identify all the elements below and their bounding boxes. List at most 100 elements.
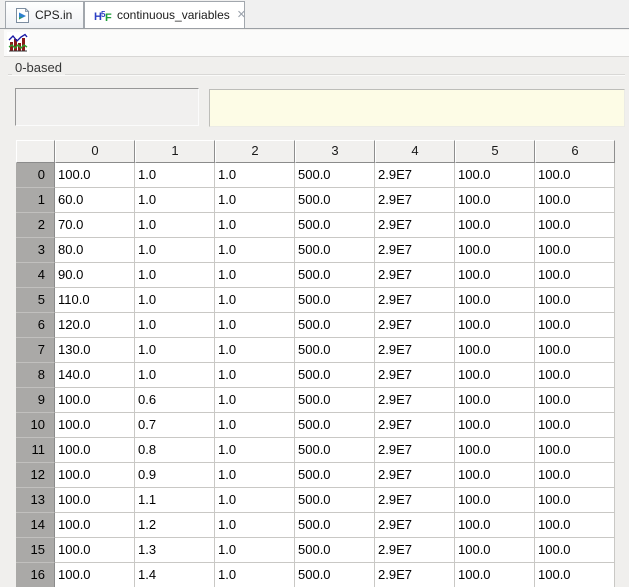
table-cell-3-6[interactable]: 100.0 (535, 238, 615, 263)
corner-cell[interactable] (16, 140, 55, 163)
row-header-16[interactable]: 16 (16, 563, 55, 587)
table-cell-12-4[interactable]: 2.9E7 (375, 463, 455, 488)
table-cell-0-4[interactable]: 2.9E7 (375, 163, 455, 188)
table-cell-2-3[interactable]: 500.0 (295, 213, 375, 238)
table-cell-7-2[interactable]: 1.0 (215, 338, 295, 363)
table-cell-6-0[interactable]: 120.0 (55, 313, 135, 338)
table-cell-15-4[interactable]: 2.9E7 (375, 538, 455, 563)
table-cell-8-4[interactable]: 2.9E7 (375, 363, 455, 388)
table-cell-3-1[interactable]: 1.0 (135, 238, 215, 263)
table-cell-3-2[interactable]: 1.0 (215, 238, 295, 263)
table-cell-13-0[interactable]: 100.0 (55, 488, 135, 513)
table-cell-8-2[interactable]: 1.0 (215, 363, 295, 388)
table-cell-15-5[interactable]: 100.0 (455, 538, 535, 563)
column-header-0[interactable]: 0 (55, 140, 135, 163)
row-header-8[interactable]: 8 (16, 363, 55, 388)
table-cell-12-3[interactable]: 500.0 (295, 463, 375, 488)
table-cell-10-1[interactable]: 0.7 (135, 413, 215, 438)
column-header-1[interactable]: 1 (135, 140, 215, 163)
table-cell-9-5[interactable]: 100.0 (455, 388, 535, 413)
table-cell-13-4[interactable]: 2.9E7 (375, 488, 455, 513)
table-cell-5-3[interactable]: 500.0 (295, 288, 375, 313)
table-cell-5-0[interactable]: 110.0 (55, 288, 135, 313)
table-cell-0-6[interactable]: 100.0 (535, 163, 615, 188)
table-cell-0-3[interactable]: 500.0 (295, 163, 375, 188)
table-cell-14-6[interactable]: 100.0 (535, 513, 615, 538)
table-cell-9-6[interactable]: 100.0 (535, 388, 615, 413)
table-cell-12-0[interactable]: 100.0 (55, 463, 135, 488)
table-cell-11-1[interactable]: 0.8 (135, 438, 215, 463)
table-cell-4-2[interactable]: 1.0 (215, 263, 295, 288)
table-cell-11-5[interactable]: 100.0 (455, 438, 535, 463)
table-cell-0-5[interactable]: 100.0 (455, 163, 535, 188)
table-cell-13-3[interactable]: 500.0 (295, 488, 375, 513)
table-cell-7-1[interactable]: 1.0 (135, 338, 215, 363)
table-cell-14-5[interactable]: 100.0 (455, 513, 535, 538)
table-cell-10-5[interactable]: 100.0 (455, 413, 535, 438)
column-header-5[interactable]: 5 (455, 140, 535, 163)
table-cell-3-0[interactable]: 80.0 (55, 238, 135, 263)
table-cell-0-0[interactable]: 100.0 (55, 163, 135, 188)
table-cell-4-1[interactable]: 1.0 (135, 263, 215, 288)
table-cell-8-0[interactable]: 140.0 (55, 363, 135, 388)
table-cell-12-2[interactable]: 1.0 (215, 463, 295, 488)
row-header-14[interactable]: 14 (16, 513, 55, 538)
table-cell-9-2[interactable]: 1.0 (215, 388, 295, 413)
row-header-6[interactable]: 6 (16, 313, 55, 338)
table-cell-11-6[interactable]: 100.0 (535, 438, 615, 463)
table-cell-1-2[interactable]: 1.0 (215, 188, 295, 213)
table-cell-12-6[interactable]: 100.0 (535, 463, 615, 488)
table-cell-14-4[interactable]: 2.9E7 (375, 513, 455, 538)
table-cell-1-6[interactable]: 100.0 (535, 188, 615, 213)
table-cell-4-6[interactable]: 100.0 (535, 263, 615, 288)
row-header-4[interactable]: 4 (16, 263, 55, 288)
table-cell-7-6[interactable]: 100.0 (535, 338, 615, 363)
tab-cps-in[interactable]: CPS.in (5, 1, 84, 28)
table-cell-10-6[interactable]: 100.0 (535, 413, 615, 438)
table-cell-5-2[interactable]: 1.0 (215, 288, 295, 313)
table-cell-16-3[interactable]: 500.0 (295, 563, 375, 587)
row-header-13[interactable]: 13 (16, 488, 55, 513)
row-header-3[interactable]: 3 (16, 238, 55, 263)
table-cell-16-2[interactable]: 1.0 (215, 563, 295, 587)
table-cell-9-4[interactable]: 2.9E7 (375, 388, 455, 413)
table-cell-1-4[interactable]: 2.9E7 (375, 188, 455, 213)
column-header-3[interactable]: 3 (295, 140, 375, 163)
table-cell-16-6[interactable]: 100.0 (535, 563, 615, 587)
plot-chart-button[interactable] (7, 32, 29, 54)
table-cell-14-2[interactable]: 1.0 (215, 513, 295, 538)
table-cell-5-6[interactable]: 100.0 (535, 288, 615, 313)
table-cell-16-4[interactable]: 2.9E7 (375, 563, 455, 587)
column-header-6[interactable]: 6 (535, 140, 615, 163)
table-cell-2-0[interactable]: 70.0 (55, 213, 135, 238)
row-header-10[interactable]: 10 (16, 413, 55, 438)
table-cell-7-4[interactable]: 2.9E7 (375, 338, 455, 363)
table-cell-6-4[interactable]: 2.9E7 (375, 313, 455, 338)
table-cell-2-1[interactable]: 1.0 (135, 213, 215, 238)
table-cell-3-5[interactable]: 100.0 (455, 238, 535, 263)
table-cell-1-5[interactable]: 100.0 (455, 188, 535, 213)
table-cell-3-3[interactable]: 500.0 (295, 238, 375, 263)
table-cell-11-3[interactable]: 500.0 (295, 438, 375, 463)
table-cell-1-3[interactable]: 500.0 (295, 188, 375, 213)
table-cell-4-4[interactable]: 2.9E7 (375, 263, 455, 288)
tab-continuous-variables[interactable]: H 5 F continuous_variables ✕ (84, 1, 246, 28)
table-cell-6-6[interactable]: 100.0 (535, 313, 615, 338)
table-cell-11-4[interactable]: 2.9E7 (375, 438, 455, 463)
table-cell-1-1[interactable]: 1.0 (135, 188, 215, 213)
table-cell-15-3[interactable]: 500.0 (295, 538, 375, 563)
column-header-4[interactable]: 4 (375, 140, 455, 163)
table-cell-13-2[interactable]: 1.0 (215, 488, 295, 513)
table-cell-13-1[interactable]: 1.1 (135, 488, 215, 513)
table-cell-13-6[interactable]: 100.0 (535, 488, 615, 513)
row-header-2[interactable]: 2 (16, 213, 55, 238)
cell-value-field[interactable] (209, 89, 625, 127)
table-cell-14-3[interactable]: 500.0 (295, 513, 375, 538)
table-cell-1-0[interactable]: 60.0 (55, 188, 135, 213)
table-cell-2-6[interactable]: 100.0 (535, 213, 615, 238)
table-cell-6-5[interactable]: 100.0 (455, 313, 535, 338)
table-cell-12-5[interactable]: 100.0 (455, 463, 535, 488)
table-cell-11-0[interactable]: 100.0 (55, 438, 135, 463)
table-cell-14-1[interactable]: 1.2 (135, 513, 215, 538)
table-cell-5-4[interactable]: 2.9E7 (375, 288, 455, 313)
